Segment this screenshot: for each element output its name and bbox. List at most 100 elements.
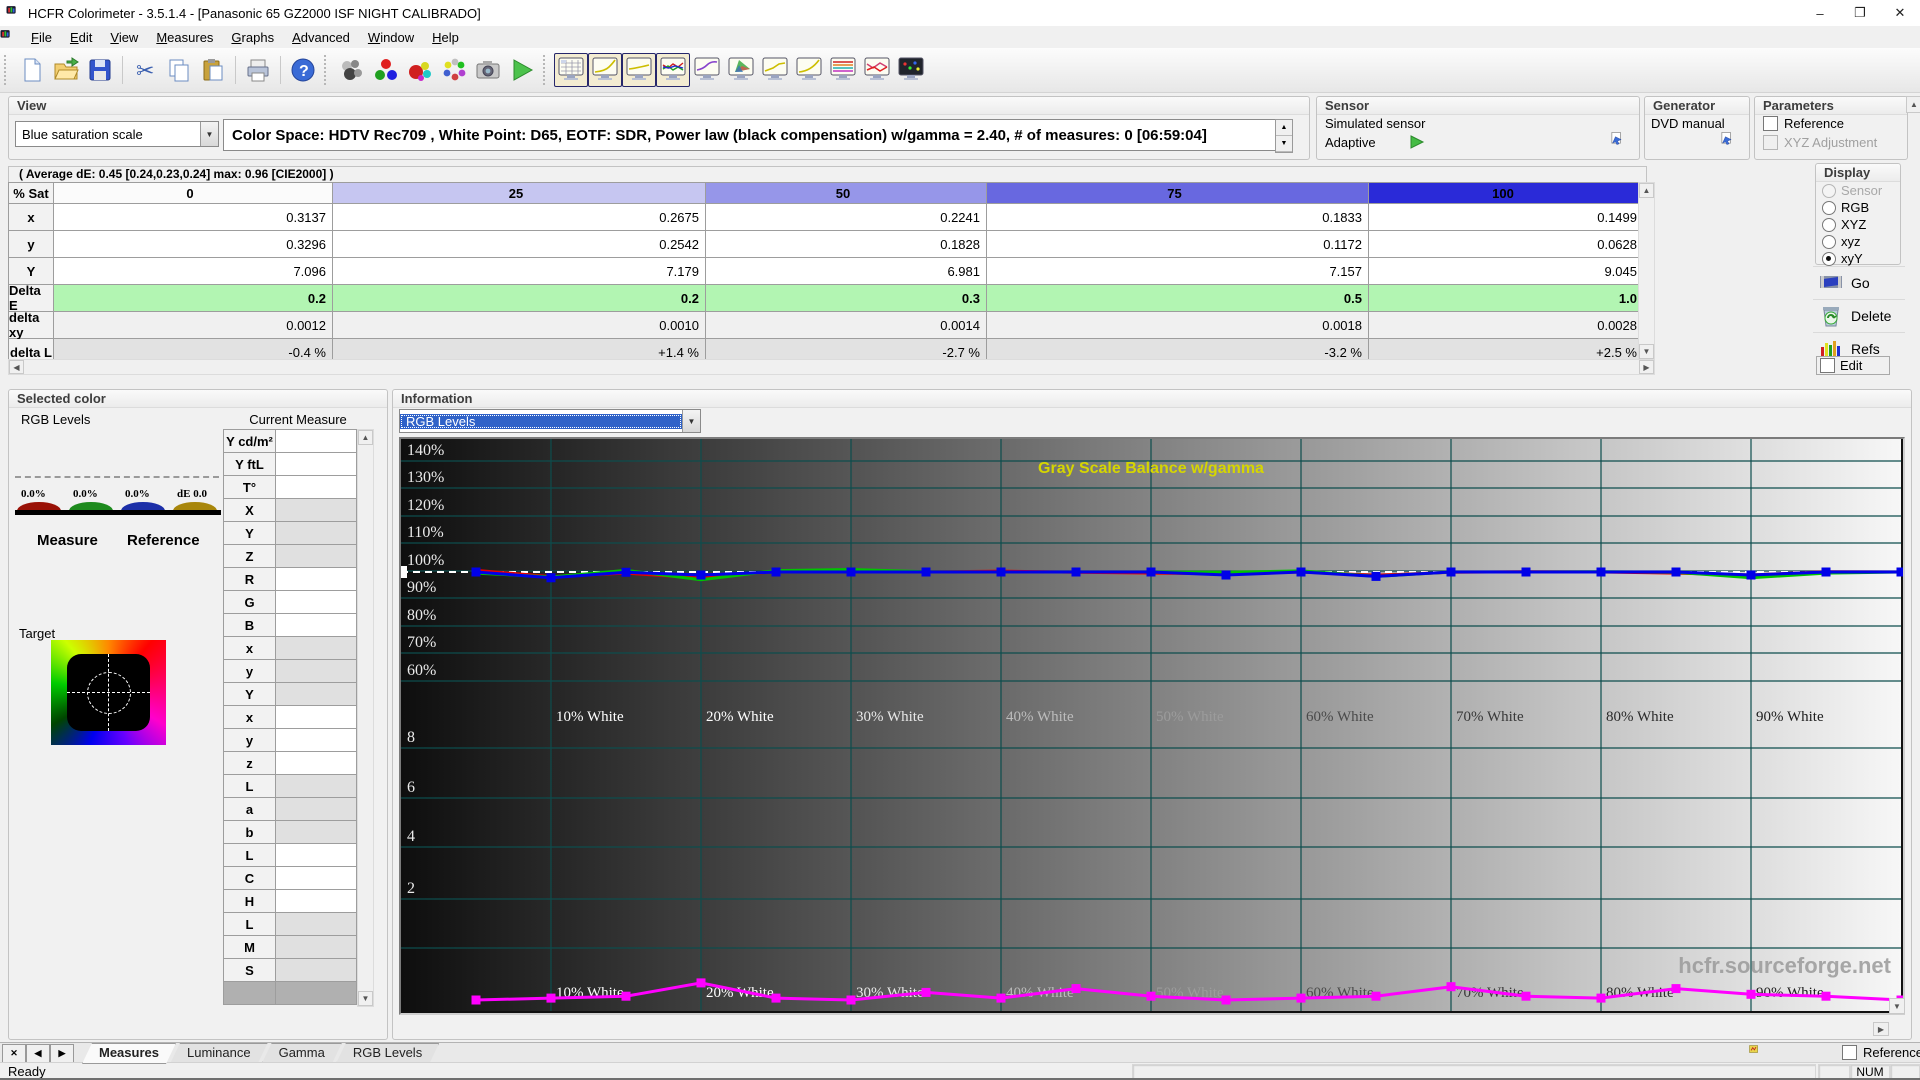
- table-cell[interactable]: 0.0628: [1369, 231, 1643, 257]
- info-scroll-right-icon[interactable]: ▶: [1873, 1022, 1889, 1036]
- measure-row-value[interactable]: [276, 453, 356, 475]
- table-cell[interactable]: 0.1828: [706, 231, 986, 257]
- close-button[interactable]: ✕: [1880, 0, 1920, 26]
- current-measure-scrollbar[interactable]: ▲ ▼: [357, 429, 374, 1007]
- measure-row-value[interactable]: [276, 499, 356, 521]
- scroll-up-icon[interactable]: ▲: [1639, 183, 1654, 198]
- measure-row-value[interactable]: [276, 844, 356, 866]
- table-cell[interactable]: 0.5: [987, 285, 1368, 311]
- minimize-button[interactable]: –: [1800, 0, 1840, 26]
- secondaries-toolbar-button[interactable]: [403, 53, 437, 87]
- table-cell[interactable]: 0.2: [54, 285, 332, 311]
- table-cell[interactable]: 7.157: [987, 258, 1368, 284]
- display-radio-xyz[interactable]: XYZ: [1816, 216, 1900, 233]
- table-cell[interactable]: 0.0012: [54, 312, 332, 338]
- column-header-75[interactable]: 75: [987, 183, 1368, 203]
- delete-button[interactable]: Delete: [1813, 299, 1905, 332]
- menu-item-help[interactable]: Help: [423, 28, 468, 47]
- cie-diagram-toolbar-button[interactable]: [724, 53, 758, 87]
- info-spinner[interactable]: ▲ ▼: [1275, 119, 1293, 153]
- color-temperature-toolbar-button[interactable]: [758, 53, 792, 87]
- table-cell[interactable]: 0.0028: [1369, 312, 1643, 338]
- chevron-down-icon[interactable]: ▼: [682, 410, 700, 432]
- measure-row-value[interactable]: [276, 568, 356, 590]
- spinner-up-icon[interactable]: ▲: [1276, 120, 1292, 136]
- measure-row-value[interactable]: [276, 706, 356, 728]
- tab-rgb-levels[interactable]: RGB Levels: [336, 1043, 439, 1064]
- luminance-toolbar-button[interactable]: [588, 53, 622, 87]
- radio-button[interactable]: [1822, 201, 1836, 215]
- table-cell[interactable]: 7.096: [54, 258, 332, 284]
- display-radio-xyz[interactable]: xyz: [1816, 233, 1900, 250]
- measure-row-value[interactable]: [276, 545, 356, 567]
- menu-item-graphs[interactable]: Graphs: [222, 28, 283, 47]
- measure-row-value[interactable]: [276, 752, 356, 774]
- table-cell[interactable]: 0.2241: [706, 204, 986, 230]
- spinner-down-icon[interactable]: ▼: [1276, 136, 1292, 152]
- param-checkbox-reference[interactable]: Reference: [1763, 116, 1877, 131]
- scroll-down-icon[interactable]: ▼: [358, 991, 373, 1006]
- measure-row-value[interactable]: [276, 936, 356, 958]
- measure-row-value[interactable]: [276, 913, 356, 935]
- sensor-config-icon[interactable]: [1609, 131, 1629, 151]
- menu-item-view[interactable]: View: [101, 28, 147, 47]
- measure-row-value[interactable]: [276, 637, 356, 659]
- contrast-toolbar-button[interactable]: [792, 53, 826, 87]
- measure-row-value[interactable]: [276, 821, 356, 843]
- color-checker-toolbar-button[interactable]: [437, 53, 471, 87]
- chevron-down-icon[interactable]: ▼: [200, 122, 218, 146]
- measure-row-value[interactable]: [276, 890, 356, 912]
- menu-item-measures[interactable]: Measures: [147, 28, 222, 47]
- close-tab-button[interactable]: ✕: [2, 1044, 26, 1063]
- scroll-up-icon[interactable]: ▲: [358, 430, 373, 445]
- table-cell[interactable]: 0.3137: [54, 204, 332, 230]
- next-tab-button[interactable]: ▶: [50, 1044, 74, 1063]
- table-hscrollbar[interactable]: ◀ ▶: [8, 359, 1655, 375]
- prev-tab-button[interactable]: ◀: [26, 1044, 50, 1063]
- table-cell[interactable]: 0.2675: [333, 204, 705, 230]
- copy-toolbar-button[interactable]: [162, 53, 196, 87]
- menu-item-window[interactable]: Window: [359, 28, 423, 47]
- column-header-50[interactable]: 50: [706, 183, 986, 203]
- measure-row-value[interactable]: [276, 798, 356, 820]
- table-cell[interactable]: 0.3: [706, 285, 986, 311]
- table-cell[interactable]: 0.1499: [1369, 204, 1643, 230]
- radio-button[interactable]: [1822, 218, 1836, 232]
- restore-button[interactable]: ❐: [1840, 0, 1880, 26]
- generator-config-icon[interactable]: [1719, 131, 1739, 151]
- table-cell[interactable]: 0.2542: [333, 231, 705, 257]
- primaries-toolbar-button[interactable]: [369, 53, 403, 87]
- measure-row-value[interactable]: [276, 660, 356, 682]
- reference-checkbox-box[interactable]: [1842, 1045, 1857, 1060]
- tab-gamma[interactable]: Gamma: [262, 1043, 342, 1064]
- reference-checkbox[interactable]: Reference: [1842, 1045, 1920, 1060]
- edit-checkbox-box[interactable]: [1820, 358, 1835, 373]
- view-mode-dropdown[interactable]: Blue saturation scale ▼: [15, 121, 219, 147]
- measure-row-value[interactable]: [276, 729, 356, 751]
- table-cell[interactable]: 0.0014: [706, 312, 986, 338]
- measure-row-value[interactable]: [276, 614, 356, 636]
- scroll-down-icon[interactable]: ▼: [1639, 344, 1654, 359]
- color-checker-view-toolbar-button[interactable]: [860, 53, 894, 87]
- save-toolbar-button[interactable]: [83, 53, 117, 87]
- rgb-levels-toolbar-button[interactable]: [656, 53, 690, 87]
- help-toolbar-button[interactable]: ?: [286, 53, 320, 87]
- information-view-dropdown[interactable]: RGB Levels ▼: [399, 409, 701, 433]
- measure-row-value[interactable]: [276, 522, 356, 544]
- table-cell[interactable]: 1.0: [1369, 285, 1643, 311]
- nearblack-toolbar-button[interactable]: [690, 53, 724, 87]
- menu-item-file[interactable]: File: [22, 28, 61, 47]
- open-toolbar-button[interactable]: [49, 53, 83, 87]
- display-radio-rgb[interactable]: RGB: [1816, 199, 1900, 216]
- measure-row-value[interactable]: [276, 430, 356, 452]
- capture-toolbar-button[interactable]: [471, 53, 505, 87]
- measure-row-value[interactable]: [276, 683, 356, 705]
- measure-row-value[interactable]: [276, 867, 356, 889]
- radio-button[interactable]: [1822, 252, 1836, 266]
- column-header-25[interactable]: 25: [333, 183, 705, 203]
- new-toolbar-button[interactable]: [15, 53, 49, 87]
- column-header-100[interactable]: 100: [1369, 183, 1643, 203]
- column-header-0[interactable]: 0: [54, 183, 332, 203]
- measures-grid-toolbar-button[interactable]: [554, 53, 588, 87]
- pane-scroll-up-icon[interactable]: ▲: [1906, 96, 1920, 113]
